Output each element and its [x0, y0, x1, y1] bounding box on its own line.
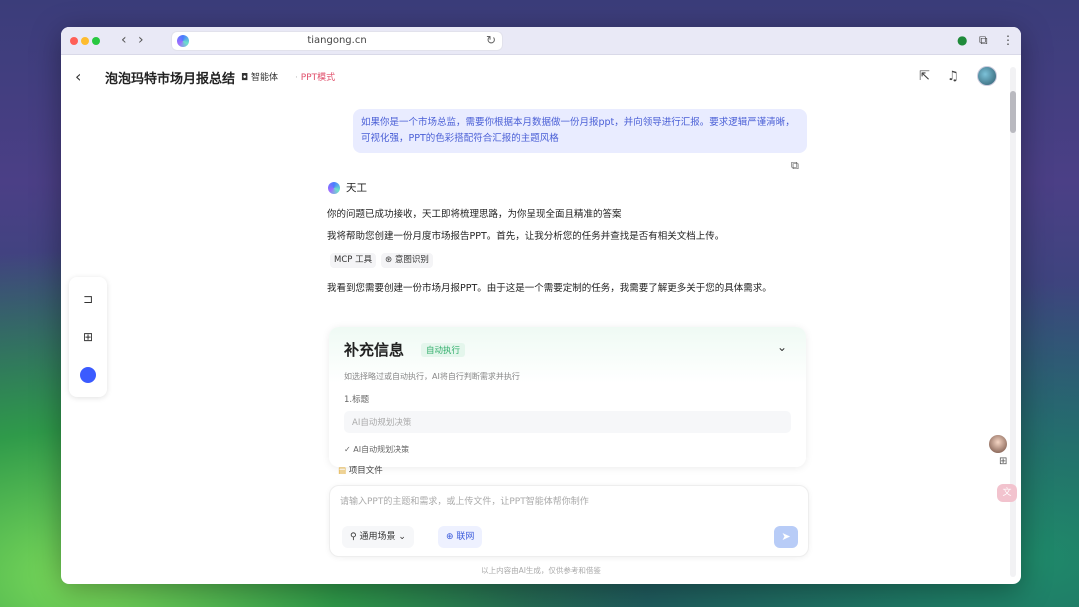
user-avatar[interactable] — [977, 66, 997, 86]
assistant-avatar[interactable] — [989, 435, 1007, 453]
tool-chip-intent[interactable]: ⊛ 意图识别 — [381, 253, 433, 268]
bot-name: 天工 — [346, 182, 367, 194]
web-search-toggle[interactable]: ⊕ 联网 — [438, 526, 483, 548]
scene-dropdown[interactable]: ⚲ 通用场景 ⌄ — [342, 526, 414, 548]
globe-icon: ⊕ — [446, 532, 457, 542]
page-title: 泡泡玛特市场月报总结 — [105, 72, 236, 87]
browser-toolbar: ‹ › tiangong.cn ↻ ● ⧉ ⋮ — [61, 27, 1021, 55]
supplement-info-card: 补充信息 自动执行 ⌄ 如选择略过或自动执行，AI将自行判断需求并执行 1.标题… — [329, 327, 806, 467]
scroll-thumb[interactable] — [1010, 91, 1016, 133]
notification-bell-icon[interactable]: ♫ — [947, 69, 959, 84]
back-button[interactable]: ‹ — [75, 67, 81, 86]
send-button[interactable]: ➤ — [774, 526, 798, 548]
folder-icon: ▤ — [338, 466, 349, 476]
card-description: 如选择略过或自动执行，AI将自行判断需求并执行 — [344, 372, 520, 381]
composer: ⚲ 通用场景 ⌄ ⊕ 联网 ➤ — [329, 485, 809, 557]
app-logo-icon[interactable] — [80, 367, 96, 383]
browser-forward-button[interactable]: › — [138, 32, 144, 48]
chevron-down-icon[interactable]: ⌄ — [777, 340, 787, 354]
toggle-sidebar-icon[interactable]: ⊐ — [80, 291, 96, 307]
chevron-down-icon: ⌄ — [395, 532, 406, 542]
auto-execute-badge[interactable]: 自动执行 — [421, 343, 466, 357]
browser-menu-icon[interactable]: ⋮ — [1002, 33, 1014, 47]
bot-message-2: 我将帮助您创建一份月度市场报告PPT。首先，让我分析您的任务并查找是否有相关文档… — [327, 231, 725, 242]
prompt-input[interactable] — [340, 494, 760, 510]
page-header: ‹ 泡泡玛特市场月报总结 ◘ 智能体 · PPT模式 ⇱ ♫ — [61, 55, 1007, 99]
agent-label: ◘ 智能体 — [241, 73, 278, 83]
card-title: 补充信息 — [344, 341, 405, 359]
user-message: 如果你是一个市场总监，需要你根据本月数据做一份月报ppt，并向领导进行汇报。要求… — [353, 109, 807, 153]
title-field-label: 1.标题 — [344, 395, 370, 405]
maximize-window-button[interactable] — [92, 37, 100, 45]
reload-icon[interactable]: ↻ — [486, 33, 496, 47]
side-rail: ⊐ ⊞ — [69, 277, 107, 397]
browser-back-button[interactable]: ‹ — [121, 32, 127, 48]
bot-message-1: 你的问题已成功接收，天工即将梳理思路，为你呈现全面且精准的答案 — [327, 209, 622, 220]
translate-icon[interactable]: 文 — [997, 484, 1017, 502]
auto-plan-check[interactable]: ✓ AI自动规划决策 — [344, 444, 409, 455]
share-icon[interactable]: ⇱ — [919, 69, 930, 84]
new-chat-icon[interactable]: ⊞ — [80, 329, 96, 345]
close-window-button[interactable] — [70, 37, 78, 45]
extension-icon[interactable]: ● — [957, 33, 967, 47]
tool-chip-mcp[interactable]: MCP 工具 — [330, 253, 377, 268]
copy-icon[interactable]: ⧉ — [791, 159, 799, 173]
browser-window: ‹ › tiangong.cn ↻ ● ⧉ ⋮ ‹ 泡泡玛特市场月报总结 ◘ 智… — [61, 27, 1021, 584]
intent-icon: ⊛ — [385, 255, 395, 265]
address-bar[interactable]: tiangong.cn ↻ — [171, 31, 503, 51]
robot-icon: ◘ — [241, 73, 251, 83]
project-files-row[interactable]: ▤ 项目文件 — [338, 464, 383, 476]
check-circle-icon: ✓ — [344, 445, 354, 454]
apps-grid-icon[interactable]: ⊞ — [999, 456, 1007, 467]
ppt-mode-label: · PPT模式 — [295, 73, 336, 83]
bot-message-3: 我看到您需要创建一份市场月报PPT。由于这是一个需要定制的任务，我需要了解更多关… — [327, 283, 772, 294]
tiangong-logo-icon — [328, 182, 340, 194]
minimize-window-button[interactable] — [81, 37, 89, 45]
url-text: tiangong.cn — [307, 35, 367, 46]
title-field[interactable]: AI自动规划决策 — [344, 411, 791, 433]
extensions-puzzle-icon[interactable]: ⧉ — [979, 33, 988, 48]
ai-disclaimer: 以上内容由AI生成，仅供参考和借鉴 — [481, 566, 601, 575]
